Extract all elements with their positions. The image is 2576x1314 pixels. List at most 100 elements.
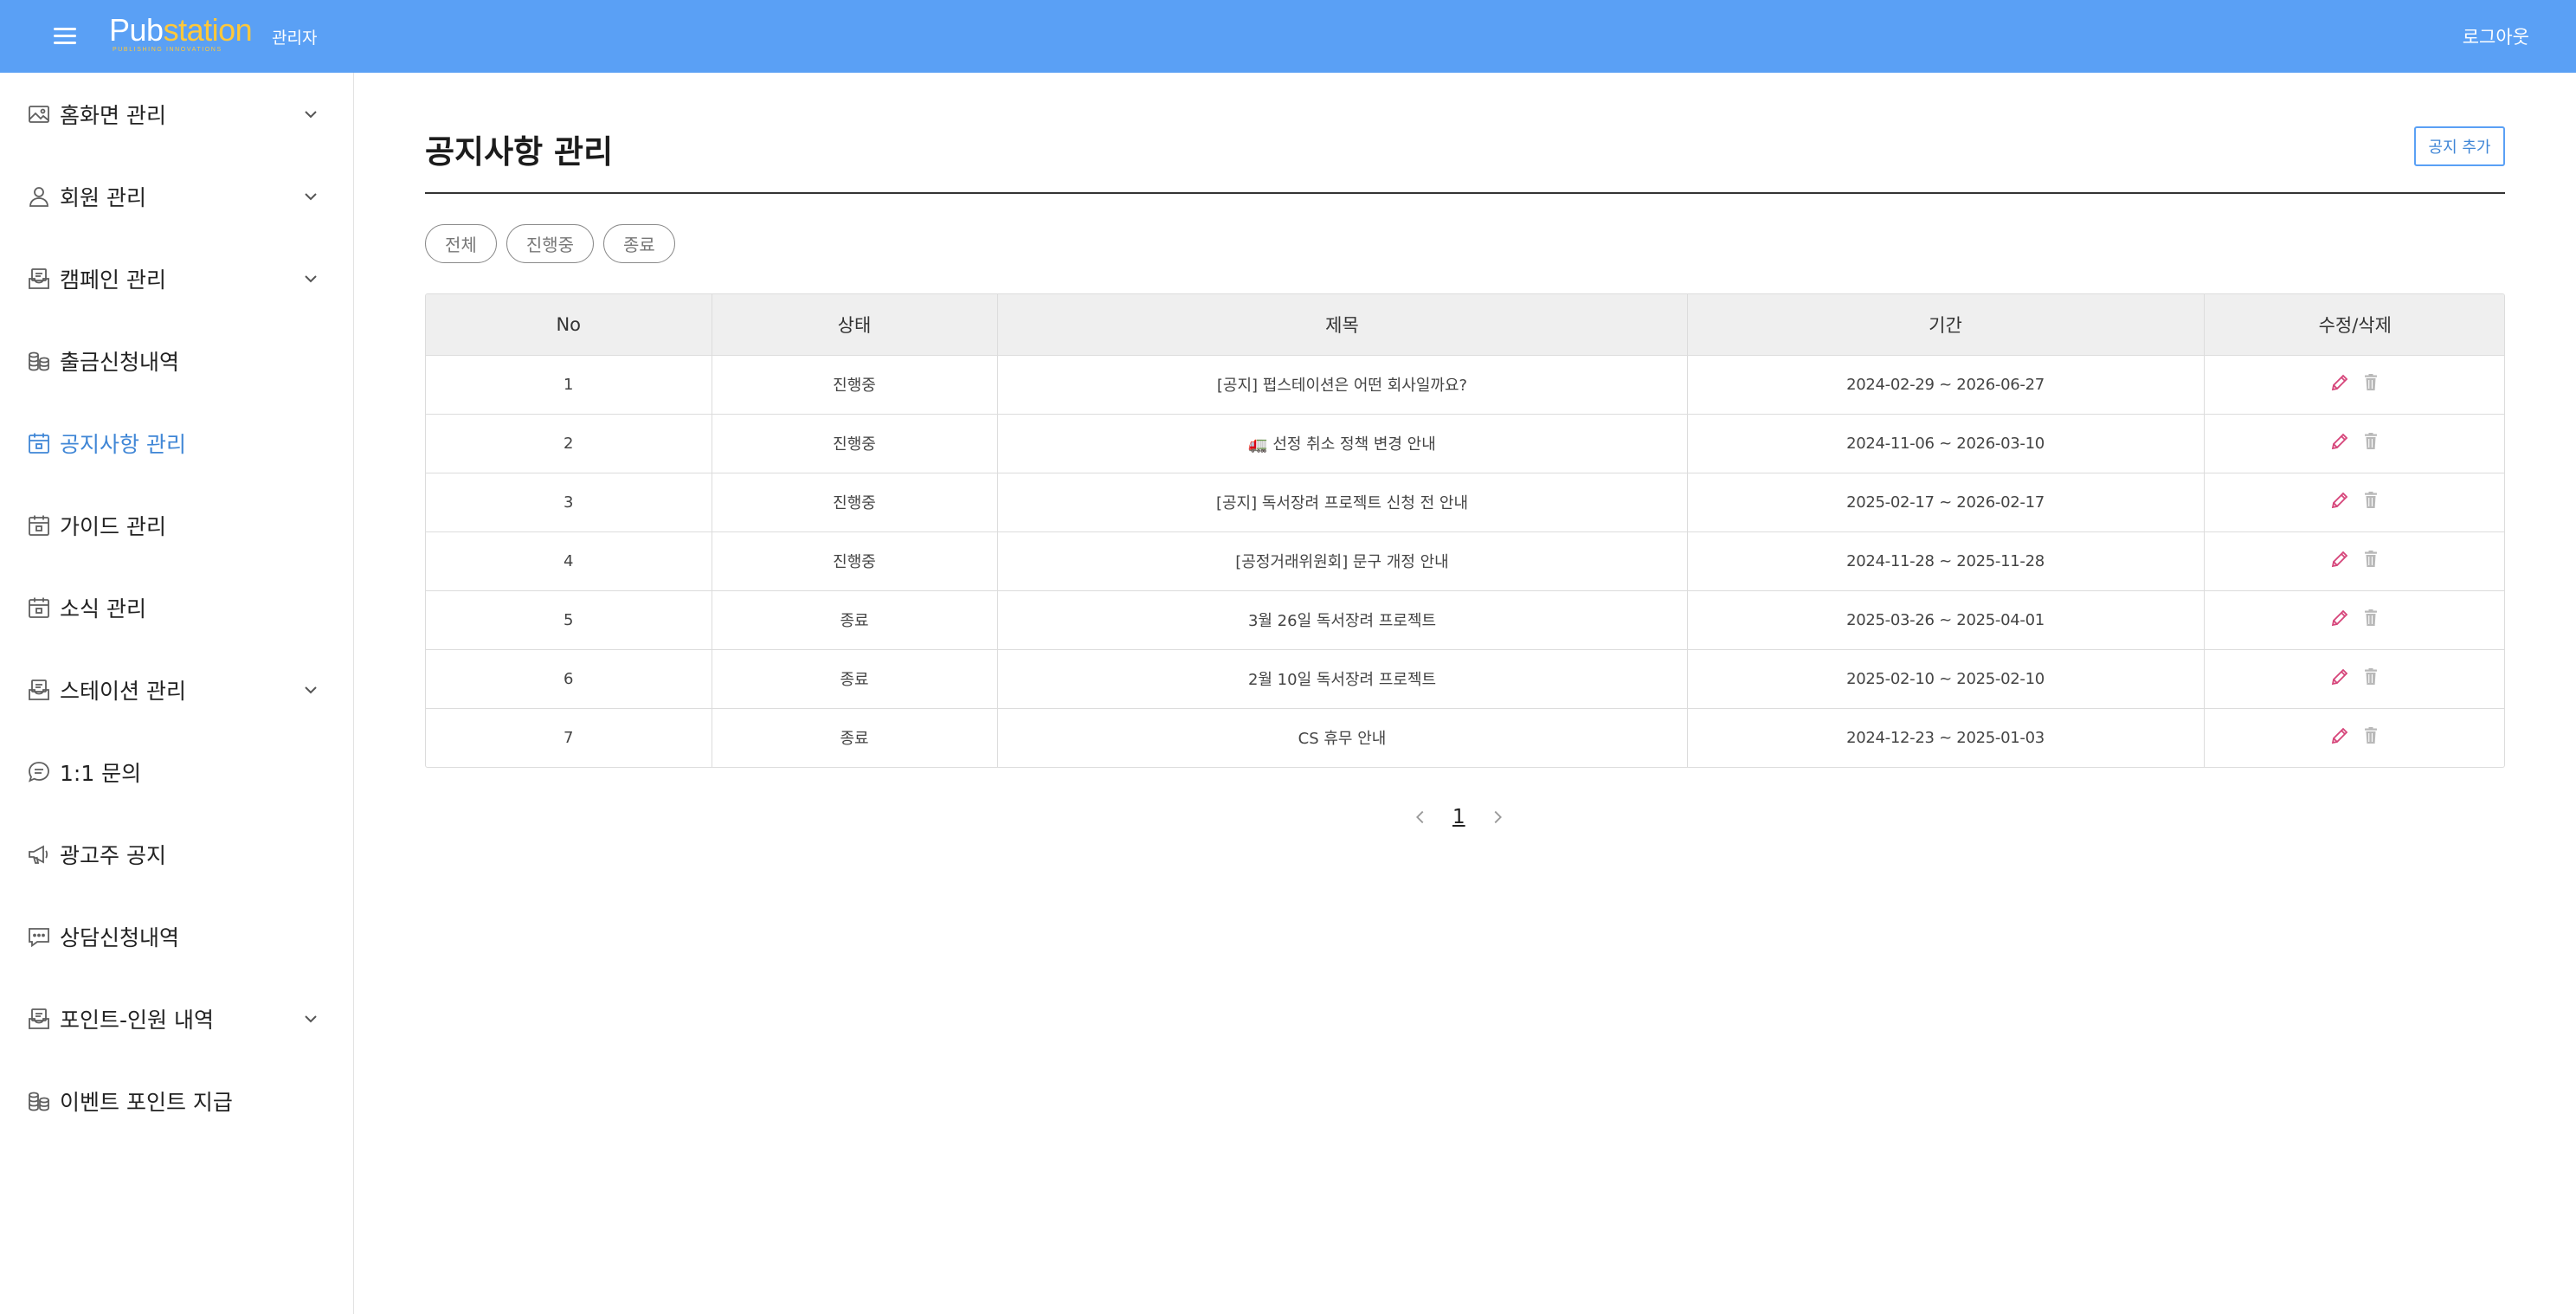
add-notice-button[interactable]: 공지 추가 [2414, 126, 2505, 166]
sidebar-item-8[interactable]: 1:1 문의 [0, 731, 353, 813]
filter-in-progress[interactable]: 진행중 [506, 224, 595, 263]
trash-icon[interactable] [2360, 608, 2381, 628]
title-divider [425, 192, 2505, 194]
sidebar-item-4[interactable]: 공지사항 관리 [0, 402, 353, 484]
sidebar-item-5[interactable]: 가이드 관리 [0, 484, 353, 566]
cell-status: 종료 [712, 590, 998, 650]
cell-period: 2024-11-28 ~ 2025-11-28 [1687, 531, 2205, 591]
pencil-icon[interactable] [2329, 667, 2350, 687]
chat-icon [27, 760, 51, 784]
cell-title[interactable]: CS 휴무 안내 [997, 708, 1688, 767]
cell-actions [2204, 531, 2504, 591]
trash-icon[interactable] [2360, 372, 2381, 393]
role-label: 관리자 [272, 29, 318, 48]
cell-title[interactable]: 🚛 선정 취소 정책 변경 안내 [997, 414, 1688, 473]
notice-table: No 상태 제목 기간 수정/삭제 1 진행중 [공지] 펍스테이션은 어떤 회사일… [425, 293, 2505, 768]
menu-icon[interactable] [54, 26, 78, 47]
cell-no: 1 [426, 355, 712, 415]
logout-button[interactable]: 로그아웃 [2463, 23, 2529, 49]
sidebar-item-6[interactable]: 소식 관리 [0, 566, 353, 648]
sidebar-item-10[interactable]: 상담신청내역 [0, 895, 353, 977]
trash-icon[interactable] [2360, 490, 2381, 511]
chevron-down-icon[interactable] [300, 186, 321, 207]
cell-no: 5 [426, 590, 712, 650]
column-header-period: 기간 [1687, 294, 2205, 356]
trash-icon[interactable] [2360, 725, 2381, 746]
calendar-icon [27, 596, 51, 620]
table-row[interactable]: 2 진행중 🚛 선정 취소 정책 변경 안내 2024-11-06 ~ 2026-03… [426, 414, 2504, 473]
pencil-icon[interactable] [2329, 431, 2350, 452]
inbox-icon [27, 267, 51, 291]
pencil-icon[interactable] [2329, 372, 2350, 393]
cell-actions [2204, 473, 2504, 532]
pencil-icon[interactable] [2329, 549, 2350, 570]
megaphone-icon [27, 842, 51, 866]
cell-title[interactable]: [공지] 독서장려 프로젝트 신청 전 안내 [997, 473, 1688, 532]
cell-title[interactable]: 2월 10일 독서장려 프로젝트 [997, 649, 1688, 709]
column-header-title: 제목 [997, 294, 1688, 356]
filter-all[interactable]: 전체 [425, 224, 497, 263]
sidebar-item-12[interactable]: 이벤트 포인트 지급 [0, 1060, 353, 1142]
pencil-icon[interactable] [2329, 608, 2350, 628]
message-dots-icon [27, 924, 51, 949]
table-row[interactable]: 7 종료 CS 휴무 안내 2024-12-23 ~ 2025-01-03 [426, 708, 2504, 767]
sidebar-item-label: 포인트-인원 내역 [60, 1007, 214, 1033]
trash-icon[interactable] [2360, 431, 2381, 452]
sidebar-item-1[interactable]: 회원 관리 [0, 155, 353, 237]
table-row[interactable]: 3 진행중 [공지] 독서장려 프로젝트 신청 전 안내 2025-02-17 ~ 2… [426, 473, 2504, 532]
sidebar-item-9[interactable]: 광고주 공지 [0, 813, 353, 895]
sidebar-item-2[interactable]: 캠페인 관리 [0, 237, 353, 319]
coins-icon [27, 349, 51, 373]
logo[interactable]: Pubstation PUBLISHING INNOVATIONS [109, 14, 253, 54]
sidebar-item-3[interactable]: 출금신청내역 [0, 319, 353, 402]
cell-actions [2204, 649, 2504, 709]
cell-status: 진행중 [712, 473, 998, 532]
chevron-down-icon[interactable] [300, 1008, 321, 1029]
cell-no: 2 [426, 414, 712, 473]
sidebar-item-0[interactable]: 홈화면 관리 [0, 73, 353, 155]
sidebar-item-label: 가이드 관리 [60, 513, 166, 539]
page-number[interactable]: 1 [1452, 806, 1465, 828]
table-row[interactable]: 1 진행중 [공지] 펍스테이션은 어떤 회사일까요? 2024-02-29 ~ 20… [426, 355, 2504, 415]
cell-title[interactable]: [공정거래위원회] 문구 개정 안내 [997, 531, 1688, 591]
trash-icon[interactable] [2360, 667, 2381, 687]
chevron-down-icon[interactable] [300, 680, 321, 700]
sidebar-item-label: 소식 관리 [60, 596, 146, 622]
chevron-down-icon[interactable] [300, 104, 321, 125]
coins-icon [27, 1089, 51, 1113]
cell-title[interactable]: [공지] 펍스테이션은 어떤 회사일까요? [997, 355, 1688, 415]
pencil-icon[interactable] [2329, 490, 2350, 511]
cell-period: 2024-02-29 ~ 2026-06-27 [1687, 355, 2205, 415]
status-filters: 전체 진행중 종료 [425, 224, 675, 264]
calendar-icon [27, 431, 51, 455]
chevron-right-icon[interactable] [1488, 808, 1507, 827]
user-icon [27, 184, 51, 209]
sidebar-item-label: 이벤트 포인트 지급 [60, 1089, 233, 1115]
column-header-no: No [426, 294, 712, 356]
inbox-icon [27, 678, 51, 702]
cell-period: 2025-03-26 ~ 2025-04-01 [1687, 590, 2205, 650]
chevron-down-icon[interactable] [300, 268, 321, 289]
pencil-icon[interactable] [2329, 725, 2350, 746]
table-row[interactable]: 6 종료 2월 10일 독서장려 프로젝트 2025-02-10 ~ 2025-02-… [426, 649, 2504, 709]
table-row[interactable]: 5 종료 3월 26일 독서장려 프로젝트 2025-03-26 ~ 2025-04-… [426, 590, 2504, 650]
cell-period: 2025-02-17 ~ 2026-02-17 [1687, 473, 2205, 532]
sidebar-item-label: 1:1 문의 [60, 760, 142, 786]
sidebar-item-label: 광고주 공지 [60, 842, 166, 868]
cell-title[interactable]: 3월 26일 독서장려 프로젝트 [997, 590, 1688, 650]
sidebar-item-7[interactable]: 스테이션 관리 [0, 648, 353, 731]
sidebar-item-label: 스테이션 관리 [60, 678, 186, 704]
table-row[interactable]: 4 진행중 [공정거래위원회] 문구 개정 안내 2024-11-28 ~ 2025-… [426, 531, 2504, 591]
chevron-left-icon[interactable] [1411, 808, 1430, 827]
sidebar-item-label: 공지사항 관리 [60, 431, 186, 457]
cell-no: 6 [426, 649, 712, 709]
cell-status: 종료 [712, 649, 998, 709]
filter-ended[interactable]: 종료 [603, 224, 675, 263]
cell-actions [2204, 590, 2504, 650]
cell-status: 종료 [712, 708, 998, 767]
sidebar-item-11[interactable]: 포인트-인원 내역 [0, 977, 353, 1060]
sidebar: 홈화면 관리 회원 관리 캠페인 관리출금신청내역공지사항 관리가이드 관리소식 관… [0, 73, 354, 1314]
cell-actions [2204, 414, 2504, 473]
trash-icon[interactable] [2360, 549, 2381, 570]
sidebar-item-label: 출금신청내역 [60, 349, 180, 375]
